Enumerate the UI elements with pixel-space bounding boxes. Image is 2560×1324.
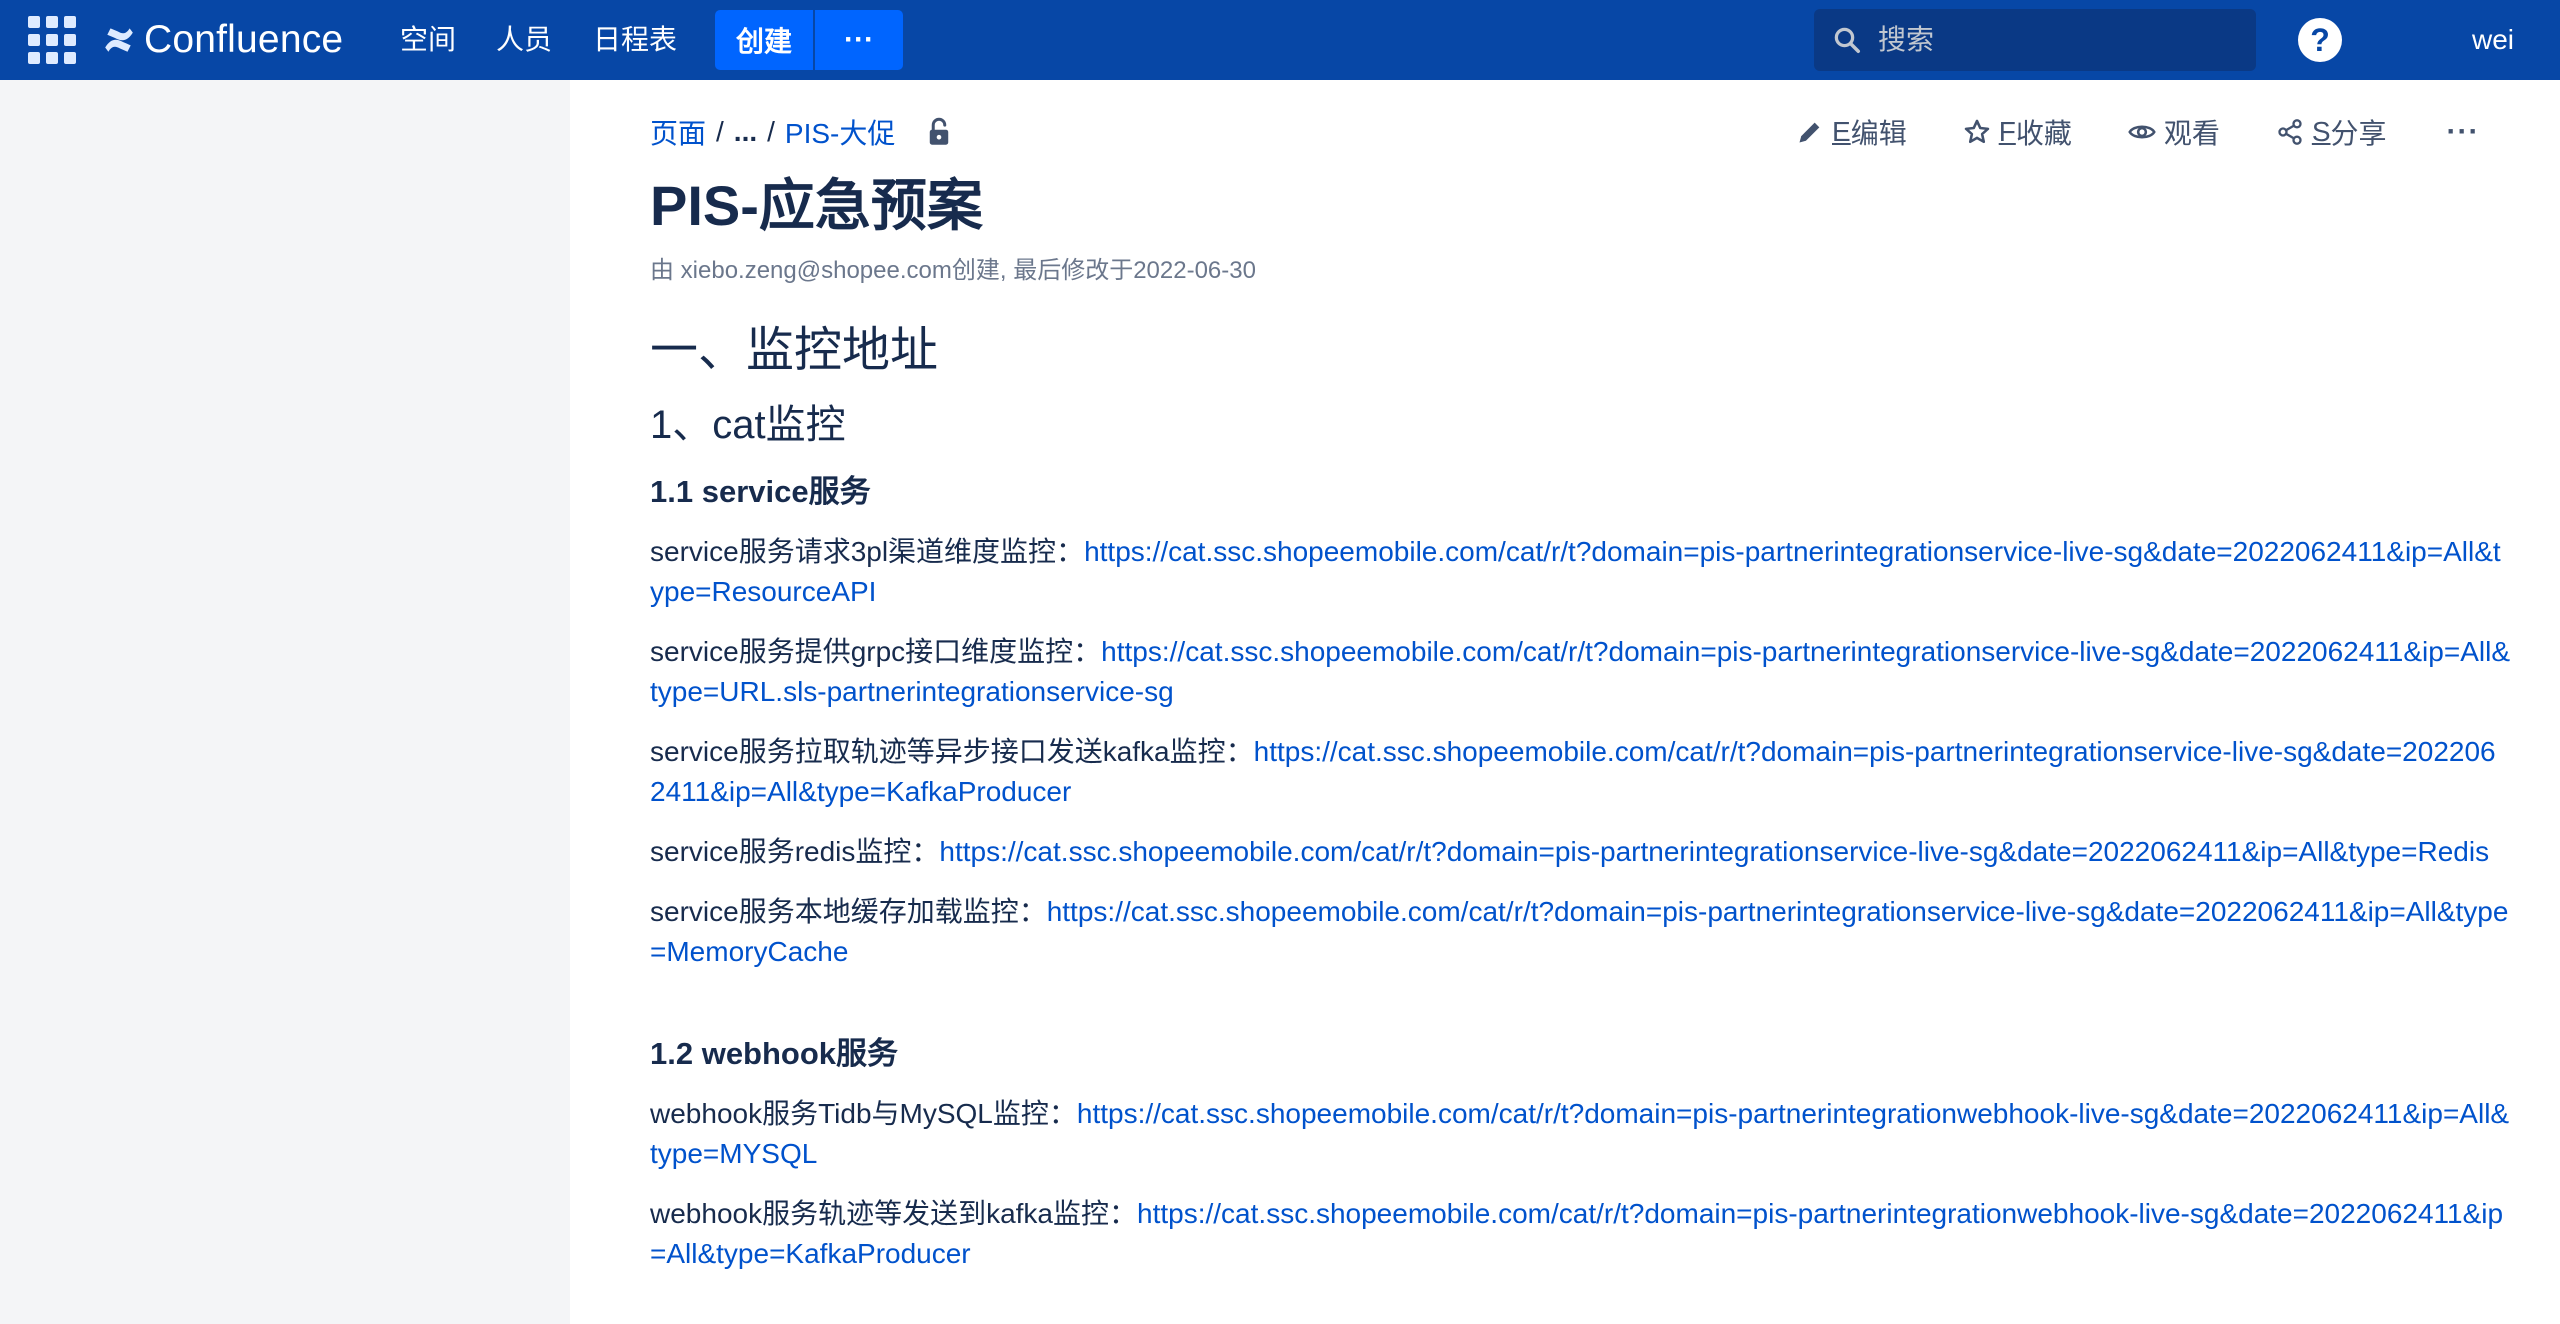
breadcrumb-pages-link[interactable]: 页面 — [650, 112, 706, 152]
list-item: service服务redis监控：https://cat.ssc.shopeem… — [650, 832, 2510, 872]
nav-people[interactable]: 人员 — [496, 20, 552, 60]
favorite-button[interactable]: F 收藏 — [1963, 112, 2072, 152]
main-content: 页面 / ... / PIS-大促 E 编辑 F 收藏 观看 S 分享 ··· … — [570, 80, 2560, 1324]
list-item: service服务请求3pl渠道维度监控：https://cat.ssc.sho… — [650, 532, 2510, 612]
help-icon[interactable]: ? — [2298, 18, 2342, 62]
confluence-logo[interactable]: Confluence — [102, 14, 343, 66]
search-box[interactable] — [1814, 9, 2256, 71]
page-actions: E 编辑 F 收藏 观看 S 分享 ··· — [1796, 110, 2480, 154]
item-label: webhook服务Tidb与MySQL监控： — [650, 1098, 1077, 1129]
item-label: service服务请求3pl渠道维度监控： — [650, 536, 1085, 567]
share-label: 分享 — [2330, 118, 2387, 149]
breadcrumb: 页面 / ... / PIS-大促 — [650, 110, 953, 154]
share-button[interactable]: S 分享 — [2276, 112, 2387, 152]
heading-webhook: 1.2 webhook服务 — [650, 1036, 899, 1071]
page-title: PIS-应急预案 — [650, 174, 983, 237]
user-menu[interactable]: wei — [2472, 20, 2560, 60]
list-item: webhook服务轨迹等发送到kafka监控：https://cat.ssc.s… — [650, 1194, 2510, 1274]
page-byline: 由 xiebo.zeng@shopee.com创建, 最后修改于2022-06-… — [650, 257, 1256, 284]
logo-text: Confluence — [144, 18, 344, 61]
create-more-button[interactable]: ··· — [815, 10, 903, 70]
top-navigation-bar: Confluence 空间 人员 日程表 创建 ··· ? wei — [0, 0, 2560, 80]
app-switcher-icon[interactable] — [28, 16, 78, 64]
list-item: service服务本地缓存加载监控：https://cat.ssc.shopee… — [650, 892, 2510, 972]
item-label: service服务提供grpc接口维度监控： — [650, 636, 1102, 667]
item-label: webhook服务轨迹等发送到kafka监控： — [650, 1198, 1138, 1229]
search-icon — [1834, 27, 1860, 53]
breadcrumb-separator: / — [716, 116, 724, 147]
nav-spaces[interactable]: 空间 — [400, 20, 456, 60]
create-button-group: 创建 ··· — [715, 10, 903, 70]
share-icon — [2278, 119, 2302, 145]
watch-label: 观看 — [2163, 118, 2220, 149]
edit-button[interactable]: E 编辑 — [1796, 112, 1907, 152]
breadcrumb-separator: / — [767, 116, 775, 147]
watch-button[interactable]: 观看 — [2128, 112, 2220, 152]
nav-calendars[interactable]: 日程表 — [593, 20, 677, 60]
edit-label: 编辑 — [1850, 118, 1907, 149]
list-item: webhook服务Tidb与MySQL监控：https://cat.ssc.sh… — [650, 1094, 2510, 1174]
confluence-logo-icon — [105, 28, 133, 52]
pencil-icon — [1799, 122, 1820, 143]
monitor-link[interactable]: https://cat.ssc.shopeemobile.com/cat/r/t… — [939, 836, 2489, 867]
heading-cat-monitoring: 1、cat监控 — [650, 403, 846, 447]
favorite-shortcut-key: F — [1998, 116, 2016, 147]
search-input[interactable] — [1876, 23, 2236, 57]
item-label: service服务本地缓存加载监控： — [650, 896, 1047, 927]
list-item: service服务提供grpc接口维度监控：https://cat.ssc.sh… — [650, 632, 2510, 712]
breadcrumb-parent-link[interactable]: PIS-大促 — [785, 112, 895, 152]
star-icon — [1964, 119, 1989, 144]
page-body: 一、监控地址 1、cat监控 1.1 service服务 service服务请求… — [650, 316, 2510, 1294]
left-sidebar — [0, 80, 570, 1324]
share-shortcut-key: S — [2311, 116, 2331, 147]
item-label: service服务redis监控： — [650, 836, 940, 867]
more-actions-button[interactable]: ··· — [2447, 115, 2480, 149]
breadcrumb-ellipsis[interactable]: ... — [734, 116, 757, 148]
edit-shortcut-key: E — [1832, 116, 1851, 147]
unlock-icon[interactable] — [925, 117, 953, 147]
create-button[interactable]: 创建 — [715, 10, 815, 70]
eye-icon — [2128, 125, 2156, 139]
favorite-label: 收藏 — [2015, 118, 2072, 149]
heading-service: 1.1 service服务 — [650, 474, 871, 509]
list-item: service服务拉取轨迹等异步接口发送kafka监控：https://cat.… — [650, 732, 2510, 812]
item-label: service服务拉取轨迹等异步接口发送kafka监控： — [650, 736, 1254, 767]
heading-monitoring-addresses: 一、监控地址 — [650, 324, 939, 377]
